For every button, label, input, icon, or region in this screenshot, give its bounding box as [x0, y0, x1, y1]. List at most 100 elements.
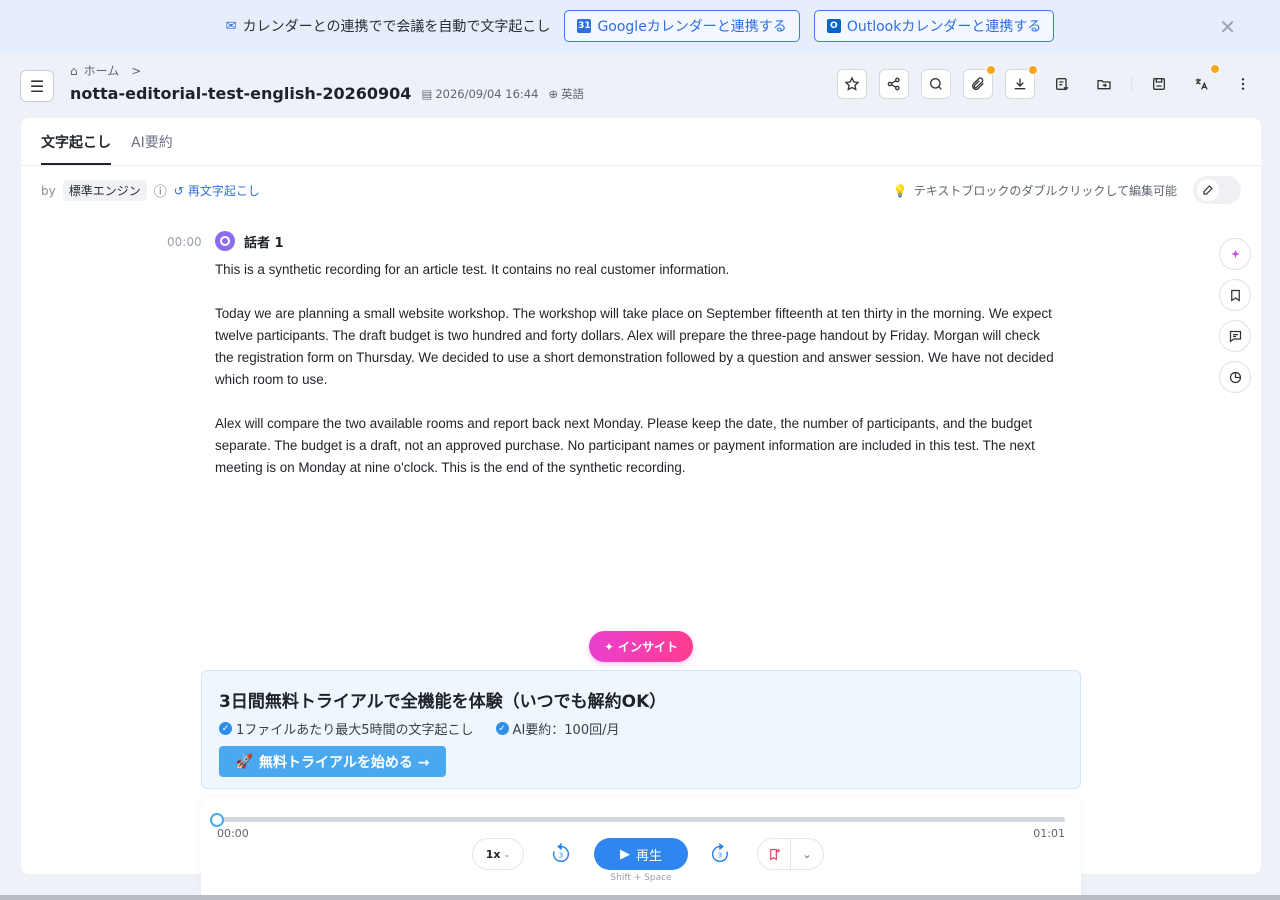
- breadcrumb-separator: >: [131, 63, 142, 78]
- badge-dot: [1210, 64, 1220, 74]
- play-button[interactable]: ▶ 再生: [594, 838, 688, 870]
- horizontal-scrollbar[interactable]: [0, 895, 1280, 900]
- edit-hint-text: テキストブロックのダブルクリックして編集可能: [913, 184, 1177, 198]
- check-icon: ✓: [495, 722, 509, 735]
- rocket-icon: 🚀: [235, 753, 253, 770]
- download-icon: [1014, 78, 1026, 90]
- share-button[interactable]: [879, 69, 909, 99]
- speed-value: 1x: [485, 847, 501, 861]
- breadcrumb: ⌂ ホーム >: [70, 62, 141, 79]
- forward-button[interactable]: 3: [708, 842, 732, 866]
- rewind-seconds: 3: [559, 851, 564, 860]
- rewind-button[interactable]: 3: [549, 842, 573, 866]
- bookmark-add-icon: [769, 848, 780, 861]
- page-title[interactable]: notta-editorial-test-english-20260904: [70, 84, 411, 103]
- transcript-paragraph: This is a synthetic recording for an art…: [215, 262, 730, 277]
- sparkle-icon: [1230, 249, 1240, 258]
- play-label: 再生: [635, 848, 662, 864]
- outlook-calendar-button[interactable]: O Outlookカレンダーと連携する: [813, 10, 1055, 42]
- pie-chart-icon: [1229, 371, 1241, 383]
- outlook-calendar-icon: O: [826, 19, 841, 33]
- tab-ai-summary[interactable]: AI要約: [131, 118, 173, 165]
- info-icon[interactable]: ⓘ: [154, 181, 167, 200]
- play-shortcut-hint: Shift + Space: [610, 873, 672, 883]
- engine-row: by 標準エンジン ⓘ ↺ 再文字起こし: [41, 180, 260, 201]
- lightbulb-icon: 💡: [892, 183, 908, 198]
- speaker-label[interactable]: 話者 1: [215, 231, 284, 251]
- language-text: 英語: [561, 86, 585, 101]
- forward-icon: 3: [711, 843, 729, 863]
- engine-name: 標準エンジン: [62, 180, 147, 201]
- home-icon: ⌂: [70, 63, 78, 78]
- breadcrumb-home[interactable]: ホーム: [84, 62, 120, 79]
- export-text-button[interactable]: [1047, 69, 1077, 99]
- play-icon: ▶: [619, 846, 630, 862]
- total-time: 01:01: [1033, 827, 1065, 840]
- bookmark-panel-button[interactable]: [1219, 279, 1251, 311]
- speed-select[interactable]: 1x ⌄: [472, 838, 524, 870]
- calendar-banner: ✉ カレンダーとの連携でで会議を自動で文字起こし 31 Googleカレンダーと…: [0, 0, 1280, 52]
- google-calendar-button[interactable]: 31 Googleカレンダーと連携する: [564, 10, 800, 42]
- download-button[interactable]: [1005, 65, 1038, 99]
- add-bookmark-button[interactable]: [758, 839, 791, 869]
- bookmark-icon: [1230, 289, 1240, 302]
- title-row: notta-editorial-test-english-20260904 ▤ …: [70, 84, 584, 103]
- star-button[interactable]: [837, 69, 867, 99]
- current-time: 00:00: [217, 827, 249, 840]
- sparkle-icon: ✦: [603, 639, 615, 654]
- hamburger-icon: ☰: [29, 76, 45, 96]
- progress-bar[interactable]: [217, 817, 1065, 822]
- toolbar: [837, 64, 1258, 99]
- recording-language: ⊕ 英語: [548, 86, 584, 102]
- folder-icon: [1097, 80, 1111, 90]
- move-folder-button[interactable]: [1089, 69, 1119, 99]
- tab-bar: 文字起こし AI要約: [41, 118, 173, 165]
- more-button[interactable]: [1228, 69, 1258, 99]
- comment-button[interactable]: [1219, 320, 1251, 352]
- trial-feature: ✓ AI要約：100回/月: [495, 719, 619, 738]
- translate-button[interactable]: [1186, 64, 1220, 99]
- banner-text: カレンダーとの連携でで会議を自動で文字起こし: [242, 19, 551, 35]
- trial-promo: 3日間無料トライアルで全機能を体験（いつでも解約OK） ✓ 1ファイルあたり最大…: [201, 670, 1081, 789]
- refresh-icon: ↺: [173, 183, 184, 198]
- attach-button[interactable]: [963, 65, 996, 99]
- transcript-block[interactable]: This is a synthetic recording for an art…: [215, 259, 1055, 501]
- start-trial-button[interactable]: 🚀 無料トライアルを始める →: [219, 746, 446, 777]
- retranscribe-link[interactable]: ↺ 再文字起こし: [174, 182, 260, 199]
- edit-toggle[interactable]: [1193, 176, 1241, 204]
- close-icon[interactable]: ✕: [1219, 15, 1236, 39]
- menu-button[interactable]: ☰: [20, 70, 54, 102]
- tab-divider: [21, 165, 1261, 166]
- retranscribe-label: 再文字起こし: [187, 184, 260, 198]
- megaphone-icon: ✉: [225, 18, 237, 34]
- save-button[interactable]: [1144, 69, 1174, 99]
- search-button[interactable]: [921, 69, 951, 99]
- comment-icon: [1229, 330, 1241, 343]
- calendar-icon: ▤: [421, 86, 433, 101]
- bookmark-menu-button[interactable]: ⌄: [791, 848, 823, 861]
- badge-dot: [986, 65, 996, 75]
- insight-button[interactable]: ✦ インサイト: [589, 631, 693, 662]
- globe-icon: ⊕: [548, 86, 559, 101]
- progress-handle[interactable]: [210, 813, 224, 827]
- trial-features: ✓ 1ファイルあたり最大5時間の文字起こし ✓ AI要約：100回/月: [219, 719, 619, 738]
- ai-sparkle-button[interactable]: [1219, 238, 1251, 270]
- edit-hint: 💡 テキストブロックのダブルクリックして編集可能: [893, 182, 1177, 199]
- forward-seconds: 3: [718, 851, 723, 860]
- paperclip-icon: [972, 77, 984, 90]
- avatar: [215, 231, 235, 251]
- trial-title: 3日間無料トライアルで全機能を体験（いつでも解約OK）: [219, 692, 667, 712]
- segment-timestamp[interactable]: 00:00: [167, 235, 202, 249]
- rewind-icon: 3: [552, 843, 570, 863]
- share-icon: [887, 77, 900, 91]
- recording-datetime: ▤ 2026/09/04 16:44: [421, 87, 538, 101]
- outlook-calendar-label: Outlookカレンダーと連携する: [846, 19, 1042, 35]
- bookmark-control: ⌄: [757, 838, 824, 870]
- trial-feature-text: 1ファイルあたり最大5時間の文字起こし: [236, 723, 474, 738]
- tab-transcript[interactable]: 文字起こし: [41, 118, 111, 165]
- start-trial-label: 無料トライアルを始める →: [258, 754, 430, 771]
- check-icon: ✓: [219, 722, 232, 735]
- pencil-icon: [1203, 185, 1213, 195]
- save-icon: [1153, 78, 1165, 90]
- stats-button[interactable]: [1219, 361, 1251, 393]
